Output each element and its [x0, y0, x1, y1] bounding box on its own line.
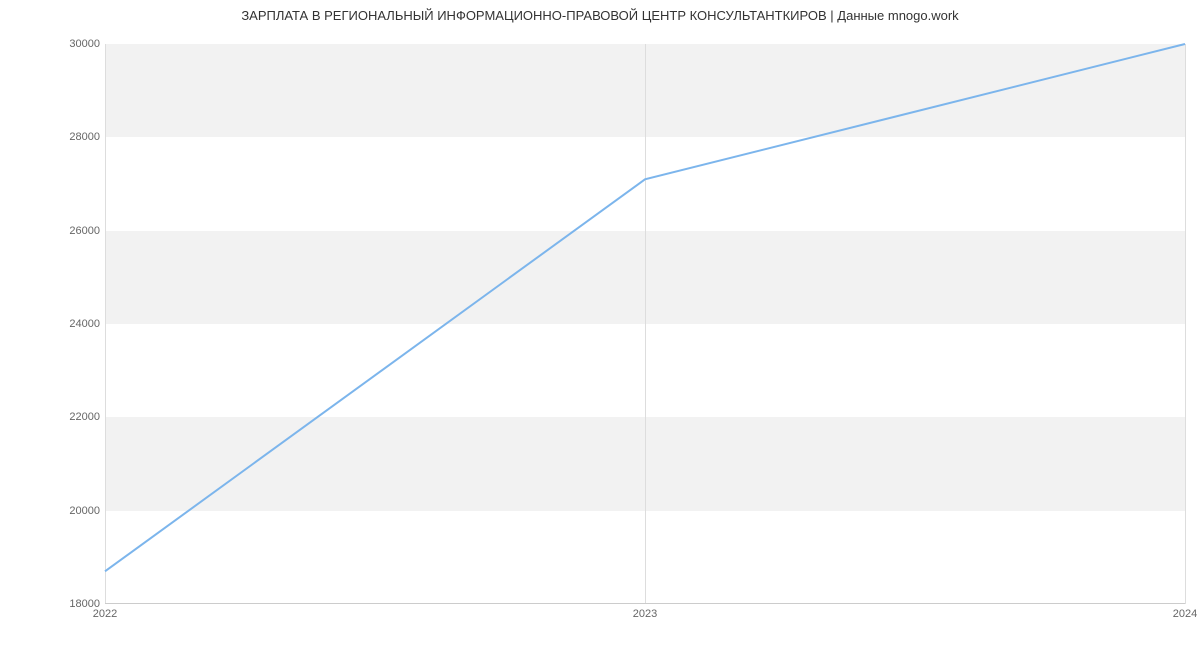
y-tick-label: 22000: [40, 411, 100, 423]
y-tick-label: 30000: [40, 38, 100, 50]
x-tick-label: 2023: [633, 608, 657, 620]
grid-line-vertical: [1185, 44, 1186, 604]
plot-area: [105, 44, 1185, 604]
y-tick-label: 18000: [40, 598, 100, 610]
y-tick-label: 20000: [40, 505, 100, 517]
x-tick-label: 2024: [1173, 608, 1197, 620]
y-tick-label: 26000: [40, 225, 100, 237]
chart-title: ЗАРПЛАТА В РЕГИОНАЛЬНЫЙ ИНФОРМАЦИОННО-ПР…: [0, 0, 1200, 23]
series-line: [105, 44, 1185, 571]
line-series: [105, 44, 1185, 604]
x-tick-label: 2022: [93, 608, 117, 620]
y-tick-label: 24000: [40, 318, 100, 330]
y-tick-label: 28000: [40, 131, 100, 143]
